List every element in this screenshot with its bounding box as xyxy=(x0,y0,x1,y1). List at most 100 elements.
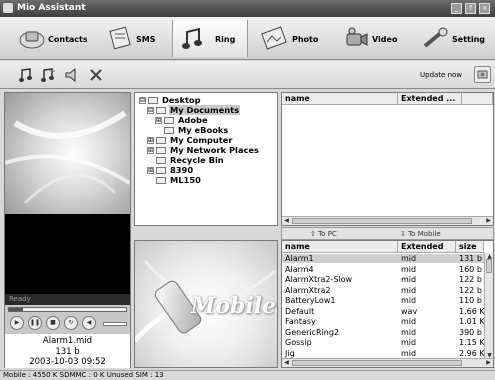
folder-icon xyxy=(156,177,166,184)
tree-item[interactable]: My eBooks xyxy=(155,125,229,135)
scroll-left-icon[interactable]: ◀ xyxy=(282,359,291,367)
table-row[interactable]: Jig mid 2.96 K xyxy=(282,348,485,358)
mobile-col-name[interactable]: name xyxy=(282,241,398,253)
mobile-col-extended[interactable]: Extended ... xyxy=(398,241,456,263)
volume-slider[interactable] xyxy=(103,322,127,326)
scroll-right-icon[interactable]: ▶ xyxy=(484,359,493,367)
media-player: Ready ▶ ❚❚ ■ ↻ ◀ Alarm1.mid 131 b 2003-1… xyxy=(4,92,131,368)
cell-size: 390 b xyxy=(459,327,482,337)
cell-size: 110 b xyxy=(459,296,482,305)
table-row[interactable]: Default wav 1.66 K xyxy=(282,306,485,316)
pc-col-extended[interactable]: Extended ... xyxy=(398,93,462,105)
pc-list-hscroll[interactable]: ◀ ▶ xyxy=(282,216,493,225)
cell-name: BatteryLow1 xyxy=(285,296,336,305)
tree-item[interactable]: ⊞ My Computer xyxy=(147,135,234,145)
table-row[interactable]: BatteryLow1 mid 110 b xyxy=(282,296,484,305)
expand-icon[interactable]: ⊞ xyxy=(155,117,162,124)
action-toolbar: Update now xyxy=(0,61,495,89)
cell-ext: mid xyxy=(401,264,417,274)
window-title: Mio Assistant xyxy=(17,3,86,13)
pc-list-scroll-thumb[interactable] xyxy=(292,218,472,224)
title-bar: Mio Assistant _ ? × xyxy=(0,0,495,17)
tree-item[interactable]: ML150 xyxy=(147,175,202,185)
photo-icon xyxy=(261,26,287,50)
tab-sms[interactable]: SMS xyxy=(104,20,166,57)
close-button[interactable]: × xyxy=(479,3,490,14)
folder-icon xyxy=(164,117,174,124)
tree-item[interactable]: ⊞ My Network Places xyxy=(147,145,260,155)
cell-name: AlarmXtra2-Slow xyxy=(285,275,353,284)
minimize-button[interactable]: _ xyxy=(451,3,462,14)
loop-button[interactable]: ↻ xyxy=(64,316,78,330)
tab-video-label: Video xyxy=(372,35,398,44)
delete-icon[interactable] xyxy=(88,67,104,83)
scroll-left-icon[interactable]: ◀ xyxy=(282,217,291,225)
tab-setting[interactable]: Setting xyxy=(420,20,495,57)
table-row[interactable]: Gossip mid 1.15 K xyxy=(282,338,485,347)
cell-name: Jig xyxy=(285,348,295,358)
ringtone-add-icon[interactable] xyxy=(18,67,34,83)
cell-name: Fantasy xyxy=(285,317,316,326)
to-mobile-label: To Mobile xyxy=(408,230,441,238)
cell-ext: mid xyxy=(401,317,417,326)
table-row[interactable]: Alarm4 mid 160 b xyxy=(282,265,484,274)
tree-item[interactable]: ⊟ Desktop xyxy=(139,95,202,105)
collapse-icon[interactable]: ⊟ xyxy=(147,107,154,114)
to-mobile-button[interactable]: ⇩ To Mobile xyxy=(400,229,441,239)
tree-item[interactable]: Recycle Bin xyxy=(147,155,225,165)
mobile-list-scroll-thumb[interactable] xyxy=(486,259,492,273)
table-row[interactable]: AlarmXtra2-Slow mid 122 b xyxy=(282,275,484,284)
tab-ring[interactable]: Ring xyxy=(172,20,248,57)
tree-item[interactable]: ⊞ 8390 xyxy=(147,165,194,175)
to-pc-button[interactable]: ⇧ To PC xyxy=(310,229,337,239)
track-name: Alarm1.mid xyxy=(42,336,93,346)
tree-item-label: My Computer xyxy=(170,135,233,145)
artwork-graphic xyxy=(5,110,130,205)
folder-icon xyxy=(164,127,174,134)
tab-sms-label: SMS xyxy=(136,35,156,44)
cell-ext: mid xyxy=(401,285,417,295)
cell-ext: mid xyxy=(401,327,417,337)
tab-contacts[interactable]: Contacts xyxy=(14,20,94,57)
table-row[interactable]: Alarm1 mid 131 b xyxy=(282,254,484,264)
tab-video[interactable]: Video xyxy=(340,20,406,57)
help-button[interactable]: ? xyxy=(465,3,476,14)
mobile-list-vscroll[interactable]: ▲ ▼ xyxy=(484,253,493,360)
mobile-list-hscroll[interactable]: ◀ ▶ xyxy=(282,358,493,367)
refresh-icon xyxy=(477,70,488,79)
volume-icon[interactable]: ◀ xyxy=(82,316,96,330)
sms-icon xyxy=(109,26,131,50)
tree-item[interactable]: ⊟ My Documents xyxy=(147,105,241,115)
seek-bar[interactable] xyxy=(8,307,127,312)
expand-icon[interactable]: ⊞ xyxy=(147,167,154,174)
table-row[interactable]: AlarmXtra2 mid 122 b xyxy=(282,286,484,295)
speaker-icon[interactable] xyxy=(64,67,80,83)
update-now-button[interactable] xyxy=(474,66,491,83)
ringtone-edit-icon[interactable] xyxy=(40,67,56,83)
collapse-icon[interactable]: ⊟ xyxy=(139,97,146,104)
cell-name: AlarmXtra2 xyxy=(285,285,331,295)
player-controls: ▶ ❚❚ ■ ↻ ◀ xyxy=(5,314,130,334)
tree-item[interactable]: ⊞ Adobe xyxy=(155,115,209,125)
expand-icon[interactable]: ⊞ xyxy=(147,147,154,154)
cell-ext: wav xyxy=(401,306,418,316)
folder-tree: ⊟ Desktop ⊟ My Documents ⊞ Adobe My eBooks ⊞ My … xyxy=(134,92,278,226)
pc-col-name[interactable]: name xyxy=(282,93,398,105)
mobile-list-hscroll-thumb[interactable] xyxy=(292,360,462,366)
scroll-right-icon[interactable]: ▶ xyxy=(484,217,493,225)
tab-ring-label: Ring xyxy=(215,35,236,44)
cell-size: 1.66 K xyxy=(459,306,485,316)
tab-photo[interactable]: Photo xyxy=(258,20,328,57)
play-button[interactable]: ▶ xyxy=(10,316,24,330)
table-row[interactable]: GenericRing2 mid 390 b xyxy=(282,328,484,337)
stop-button[interactable]: ■ xyxy=(46,316,60,330)
folder-icon xyxy=(148,97,158,104)
pc-col-empty[interactable] xyxy=(462,93,493,105)
mobile-col-size[interactable]: size xyxy=(456,241,484,253)
seek-progress xyxy=(9,308,24,311)
cell-size: 2.96 K xyxy=(459,348,485,358)
cell-name: GenericRing2 xyxy=(285,327,340,337)
pause-button[interactable]: ❚❚ xyxy=(28,316,42,330)
expand-icon[interactable]: ⊞ xyxy=(147,137,154,144)
table-row[interactable]: Fantasy mid 1.01 K xyxy=(282,317,485,326)
